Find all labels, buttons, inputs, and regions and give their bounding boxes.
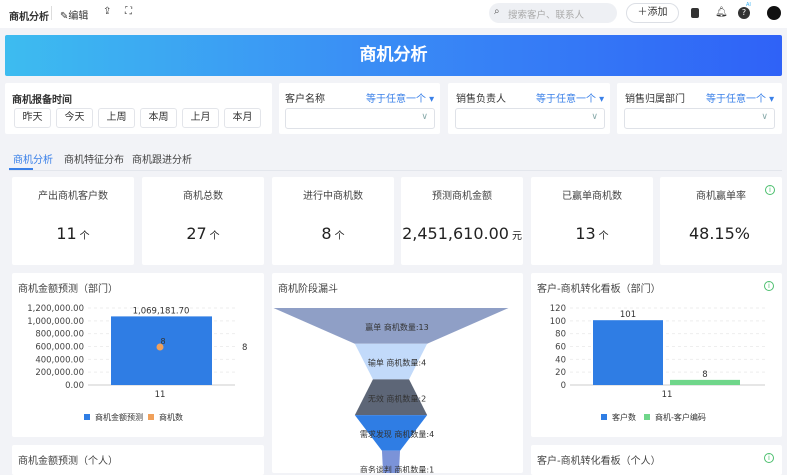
y-tick-label: 400,000.00 — [35, 355, 84, 365]
funnel-label: 无效 商机数量:2 — [368, 393, 426, 403]
bar — [593, 320, 663, 385]
legend-swatch — [84, 414, 90, 420]
y-tick-label: 80 — [555, 330, 566, 340]
funnel-label: 赢单 商机数量:13 — [365, 322, 428, 332]
y-tick-label: 60 — [555, 343, 566, 353]
y-tick-label: 1,200,000.00 — [27, 304, 84, 314]
bar — [111, 316, 212, 385]
bar — [670, 379, 740, 385]
y-tick-label: 800,000.00 — [35, 330, 84, 340]
funnel-label: 商务谈判 商机数量:1 — [360, 465, 434, 473]
y-tick-label: 1,000,000.00 — [27, 317, 84, 327]
legend-swatch — [601, 414, 607, 420]
y-tick-label: 120 — [550, 304, 566, 314]
y-tick-label: 40 — [555, 355, 566, 365]
y-tick-label: 600,000.00 — [35, 343, 84, 353]
y-tick-label: 100 — [550, 317, 566, 327]
bar-label: 8 — [702, 370, 707, 380]
legend-swatch — [148, 414, 154, 420]
legend-label: 商机-客户编码 — [655, 412, 706, 422]
legend-label: 客户数 — [612, 412, 636, 422]
legend-swatch — [644, 414, 650, 420]
x-tick-label: 11 — [155, 390, 166, 400]
funnel-label: 输单 商机数量:4 — [368, 358, 426, 368]
y-tick-label: 0.00 — [65, 381, 84, 391]
bar-label: 101 — [620, 310, 636, 320]
x-tick-label: 11 — [662, 390, 673, 400]
y-tick-label: 20 — [555, 368, 566, 378]
bar-label: 1,069,181.70 — [133, 306, 190, 316]
y-tick-label: 200,000.00 — [35, 368, 84, 378]
legend-label: 商机金额预测 — [95, 412, 143, 422]
point-label: 8 — [160, 337, 165, 346]
y-tick-label: 0 — [561, 381, 566, 391]
charts-layer: 1,200,000.00 1,000,000.00 800,000.00 600,00… — [27, 304, 765, 473]
legend-label: 商机数 — [159, 412, 183, 422]
y2-tick-label: 8 — [242, 343, 247, 353]
funnel-label: 需求发现 商机数量:4 — [360, 429, 434, 439]
